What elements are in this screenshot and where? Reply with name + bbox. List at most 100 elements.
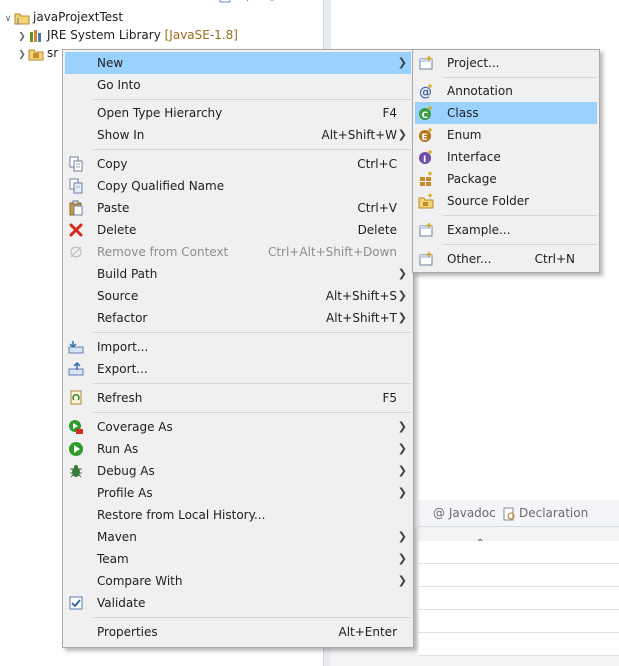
expand-down-icon[interactable]: ∨ [2, 10, 14, 28]
submenu-item-enum[interactable]: E Enum [415, 124, 597, 146]
menu-item-debug-as[interactable]: Debug As ❯ [65, 460, 411, 482]
enum-icon: E [418, 127, 434, 143]
declaration-icon [502, 507, 516, 521]
svg-text:C: C [422, 111, 429, 121]
submenu-item-project[interactable]: Project... [415, 52, 597, 74]
sort-caret-icon[interactable]: ⌃ [476, 538, 484, 549]
menu-separator [93, 383, 411, 384]
submenu-item-class[interactable]: C Class [415, 102, 597, 124]
submenu-item-label: Source Folder [447, 194, 530, 208]
menu-item-refactor[interactable]: Refactor Alt+Shift+T ❯ [65, 307, 411, 329]
menu-item-label: Compare With [97, 574, 183, 588]
menu-item-label: Refresh [97, 391, 143, 405]
menu-item-restore-local-history[interactable]: Restore from Local History... [65, 504, 411, 526]
menu-item-import[interactable]: Import... [65, 336, 411, 358]
menu-item-label: Show In [97, 128, 145, 142]
menu-item-build-path[interactable]: Build Path ❯ [65, 263, 411, 285]
tab-javadoc-label: Javadoc [448, 506, 496, 520]
menu-item-coverage-as[interactable]: Coverage As ❯ [65, 416, 411, 438]
menu-item-label: Source [97, 289, 139, 303]
svg-text:I: I [423, 155, 426, 165]
menu-item-label: Debug As [97, 464, 155, 478]
submenu-item-annotation[interactable]: @ Annotation [415, 80, 597, 102]
menu-separator [443, 77, 597, 78]
menu-item-copy[interactable]: Copy Ctrl+C [65, 153, 411, 175]
menu-item-profile-as[interactable]: Profile As ❯ [65, 482, 411, 504]
submenu-item-label: Other... [447, 252, 492, 266]
menu-item-label: Import... [97, 340, 149, 354]
menu-accelerator: Alt+Shift+W [321, 128, 398, 142]
menu-item-label: Properties [97, 625, 158, 639]
menu-accelerator: Ctrl+C [357, 157, 397, 171]
menu-item-go-into[interactable]: Go Into [65, 74, 411, 96]
menu-item-label: Validate [97, 596, 146, 610]
tab-javadoc[interactable]: @ Javadoc [433, 504, 496, 522]
menu-item-team[interactable]: Team ❯ [65, 548, 411, 570]
menu-item-run-as[interactable]: Run As ❯ [65, 438, 411, 460]
menu-item-open-type-hierarchy[interactable]: Open Type Hierarchy F4 [65, 102, 411, 124]
submenu-item-label: Enum [447, 128, 482, 142]
menu-separator [93, 149, 411, 150]
submenu-item-other[interactable]: Other... Ctrl+N [415, 248, 597, 270]
submenu-item-label: Example... [447, 223, 511, 237]
menu-separator [93, 332, 411, 333]
menu-item-compare-with[interactable]: Compare With ❯ [65, 570, 411, 592]
tab-declaration[interactable]: Declaration [502, 504, 588, 522]
project-folder-icon: J [14, 11, 30, 25]
table-row[interactable] [418, 633, 619, 656]
submenu-arrow-icon: ❯ [397, 420, 407, 433]
library-icon [28, 29, 44, 43]
submenu-item-example[interactable]: Example... [415, 219, 597, 241]
menu-item-label: Open Type Hierarchy [97, 106, 223, 120]
menu-item-source[interactable]: Source Alt+Shift+S ❯ [65, 285, 411, 307]
class-icon: C [418, 105, 434, 121]
source-folder-icon [418, 193, 434, 209]
submenu-item-source-folder[interactable]: Source Folder [415, 190, 597, 212]
coverage-icon [68, 419, 84, 435]
menu-item-maven[interactable]: Maven ❯ [65, 526, 411, 548]
submenu-arrow-icon: ❯ [397, 56, 407, 69]
submenu-arrow-icon: ❯ [397, 530, 407, 543]
menu-item-properties[interactable]: Properties Alt+Enter [65, 621, 411, 643]
table-row[interactable] [418, 610, 619, 633]
table-row[interactable] [418, 587, 619, 610]
submenu-item-interface[interactable]: I Interface [415, 146, 597, 168]
menu-item-label: Coverage As [97, 420, 173, 434]
lower-tab-bar: @ Javadoc Declaration [418, 500, 619, 527]
submenu-item-package[interactable]: Package [415, 168, 597, 190]
menu-separator [443, 215, 597, 216]
menu-item-label: Copy [97, 157, 128, 171]
menu-item-delete[interactable]: Delete Delete [65, 219, 411, 241]
expand-right-icon[interactable]: ❯ [16, 46, 28, 64]
menu-item-label: Paste [97, 201, 130, 215]
menu-item-copy-qualified-name[interactable]: Copy Qualified Name [65, 175, 411, 197]
menu-separator [93, 617, 411, 618]
paste-icon [68, 200, 84, 216]
menu-item-refresh[interactable]: Refresh F5 [65, 387, 411, 409]
submenu-item-label: Package [447, 172, 497, 186]
menu-item-new[interactable]: New ❯ [65, 52, 411, 74]
run-icon [68, 441, 84, 457]
menu-item-paste[interactable]: Paste Ctrl+V [65, 197, 411, 219]
package-icon [418, 171, 434, 187]
table-row[interactable] [418, 541, 619, 564]
menu-item-remove-from-context[interactable]: Remove from Context Ctrl+Alt+Shift+Down [65, 241, 411, 263]
submenu-arrow-icon: ❯ [397, 289, 407, 302]
other-icon [418, 251, 434, 267]
menu-item-label: Remove from Context [97, 245, 229, 259]
copy-icon [68, 156, 84, 172]
menu-accelerator: Alt+Shift+S [325, 289, 397, 303]
menu-item-validate[interactable]: Validate [65, 592, 411, 614]
tree-item-jre[interactable]: ❯ JRE System Library [JavaSE-1.8] [16, 26, 238, 44]
tree-item-src[interactable]: ❯ sr [16, 44, 58, 62]
menu-item-show-in[interactable]: Show In Alt+Shift+W ❯ [65, 124, 411, 146]
table-row[interactable] [418, 564, 619, 587]
submenu-item-label: Project... [447, 56, 500, 70]
menu-item-label: Refactor [97, 311, 148, 325]
submenu-arrow-icon: ❯ [397, 574, 407, 587]
menu-accelerator: Delete [357, 223, 397, 237]
menu-item-export[interactable]: Export... [65, 358, 411, 380]
new-project-icon [418, 55, 434, 71]
tree-item-project[interactable]: ∨ JjavaProjextTest [2, 8, 123, 26]
javadoc-prefix: @ [433, 506, 445, 520]
